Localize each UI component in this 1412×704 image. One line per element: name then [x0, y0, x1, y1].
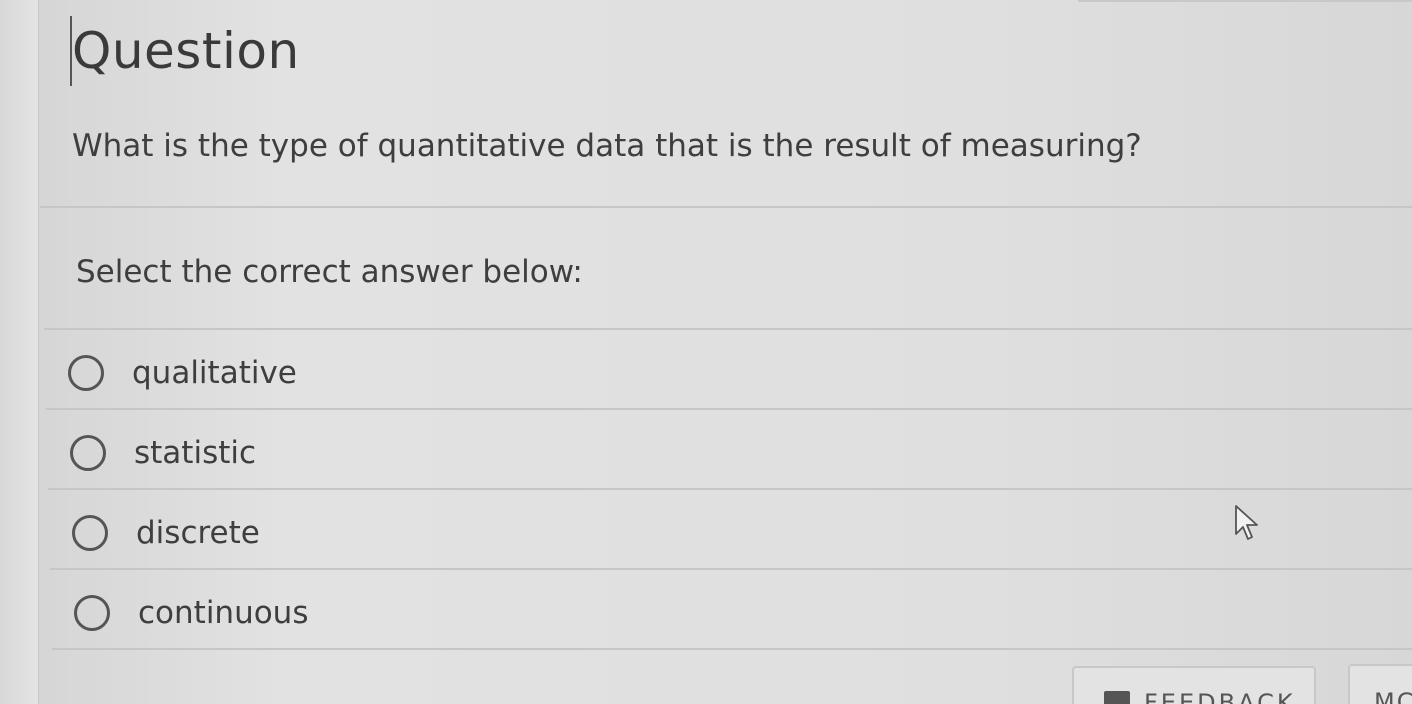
radio-button-icon[interactable] — [72, 515, 108, 551]
answer-prompt: Select the correct answer below: — [76, 254, 583, 290]
option-label: continuous — [138, 595, 309, 631]
question-panel: Question What is the type of quantitativ… — [38, 0, 1412, 704]
radio-button-icon[interactable] — [68, 355, 104, 391]
screen: Question What is the type of quantitativ… — [0, 0, 1412, 704]
feedback-icon — [1104, 691, 1130, 704]
option-label: discrete — [136, 515, 260, 551]
divider-question — [40, 206, 1412, 208]
mouse-pointer-icon — [1234, 504, 1260, 546]
top-divider — [1078, 0, 1412, 2]
option-qualitative[interactable]: qualitative — [68, 334, 297, 412]
divider-option-2 — [48, 488, 1412, 490]
radio-button-icon[interactable] — [70, 435, 106, 471]
more-label: MC — [1374, 688, 1412, 704]
divider-option-4 — [52, 648, 1412, 650]
option-label: statistic — [134, 435, 257, 471]
more-button[interactable]: MC — [1348, 664, 1412, 704]
radio-button-icon[interactable] — [74, 595, 110, 631]
divider-option-3 — [50, 568, 1412, 570]
divider-option-1 — [46, 408, 1412, 410]
option-statistic[interactable]: statistic — [70, 414, 256, 492]
option-continuous[interactable]: continuous — [74, 574, 309, 652]
left-gutter — [0, 0, 39, 704]
feedback-button[interactable]: FEEDBACK — [1072, 666, 1316, 704]
option-discrete[interactable]: discrete — [72, 494, 260, 572]
question-heading: Question — [72, 22, 300, 80]
option-label: qualitative — [132, 355, 297, 391]
divider-prompt — [44, 328, 1412, 330]
question-text: What is the type of quantitative data th… — [72, 128, 1142, 164]
feedback-label: FEEDBACK — [1144, 689, 1296, 704]
